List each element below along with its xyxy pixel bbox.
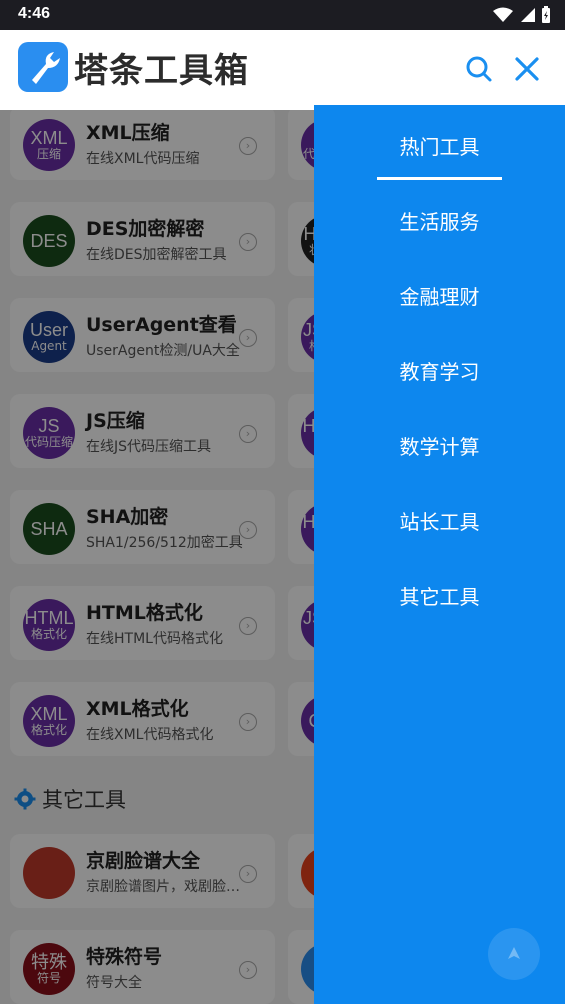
close-button[interactable] (510, 52, 544, 86)
drawer-item[interactable]: 其它工具 (314, 581, 565, 610)
wrench-logo-icon (18, 42, 68, 92)
signal-icon (521, 8, 535, 22)
status-icons (493, 6, 551, 24)
arrow-up-icon (508, 947, 520, 959)
drawer-item[interactable]: 数学计算 (314, 431, 565, 460)
close-icon (515, 57, 539, 81)
search-button[interactable] (462, 52, 496, 86)
wifi-icon (493, 7, 513, 22)
drawer-item[interactable]: 生活服务 (314, 206, 565, 235)
category-drawer: 热门工具生活服务金融理财教育学习数学计算站长工具其它工具 (314, 105, 565, 1004)
drawer-item[interactable]: 教育学习 (314, 356, 565, 385)
app-logo-text: 塔条工具箱 (74, 50, 249, 91)
battery-icon (542, 6, 550, 23)
search-icon (466, 56, 492, 82)
app-logo: 塔条工具箱 (18, 42, 249, 92)
scroll-top-button[interactable] (488, 928, 540, 980)
status-bar: 4:46 (0, 0, 565, 30)
status-time: 4:46 (18, 5, 51, 22)
app-header: 塔条工具箱 (0, 30, 565, 110)
drawer-item[interactable]: 站长工具 (314, 506, 565, 535)
active-tab-indicator (377, 177, 502, 180)
drawer-item[interactable]: 热门工具 (314, 131, 565, 160)
drawer-item[interactable]: 金融理财 (314, 281, 565, 310)
